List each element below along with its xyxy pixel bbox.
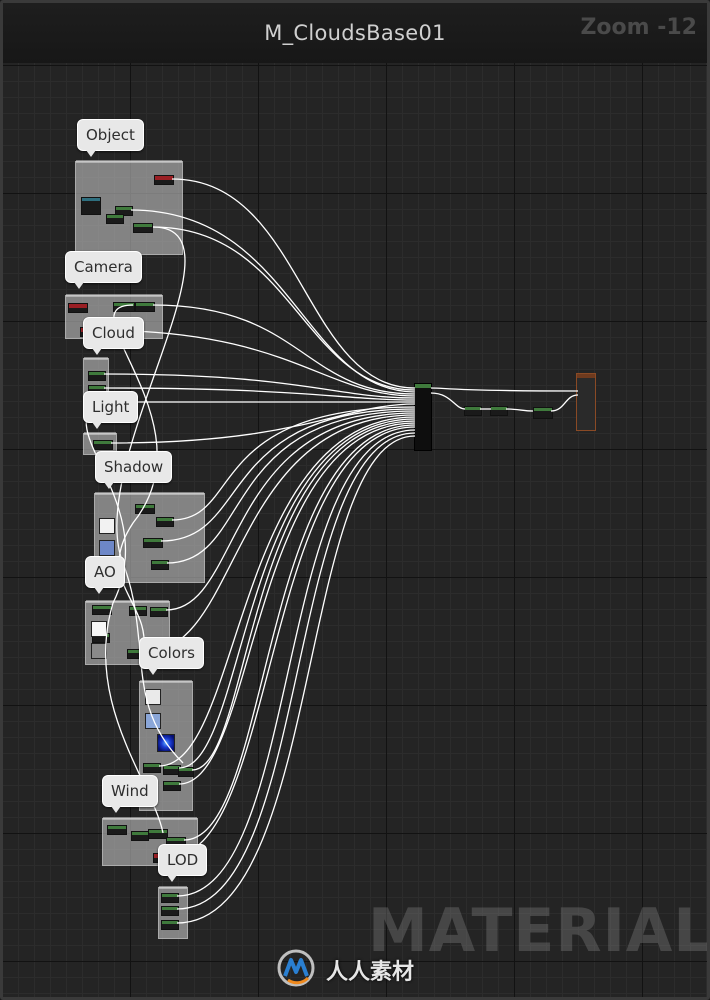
node-wires: [85, 178, 579, 924]
cgmodel-logo-icon: [277, 949, 315, 987]
comment-bubble-wind[interactable]: Wind: [102, 775, 158, 813]
comment-bubble-camera[interactable]: Camera: [65, 251, 142, 289]
zoom-level: Zoom -12: [580, 15, 697, 40]
logo-text: 人人素材: [326, 960, 415, 985]
comment-bubble-ao[interactable]: AO: [85, 556, 125, 594]
comment-bubble-colors[interactable]: Colors: [139, 637, 204, 675]
graph-title-bar: M_CloudsBase01 Zoom -12: [3, 3, 707, 63]
comment-bubble-object[interactable]: Object: [77, 119, 144, 157]
comment-bubble-cloud[interactable]: Cloud: [83, 317, 144, 355]
comment-bubble-lod[interactable]: LOD: [158, 844, 208, 882]
comment-bubble-light[interactable]: Light: [83, 391, 139, 429]
material-editor-window: Object Camera Cloud Light Shadow AO Colo…: [0, 0, 710, 1000]
comment-bubble-shadow[interactable]: Shadow: [95, 451, 173, 489]
site-logo: 人人素材: [268, 948, 458, 988]
